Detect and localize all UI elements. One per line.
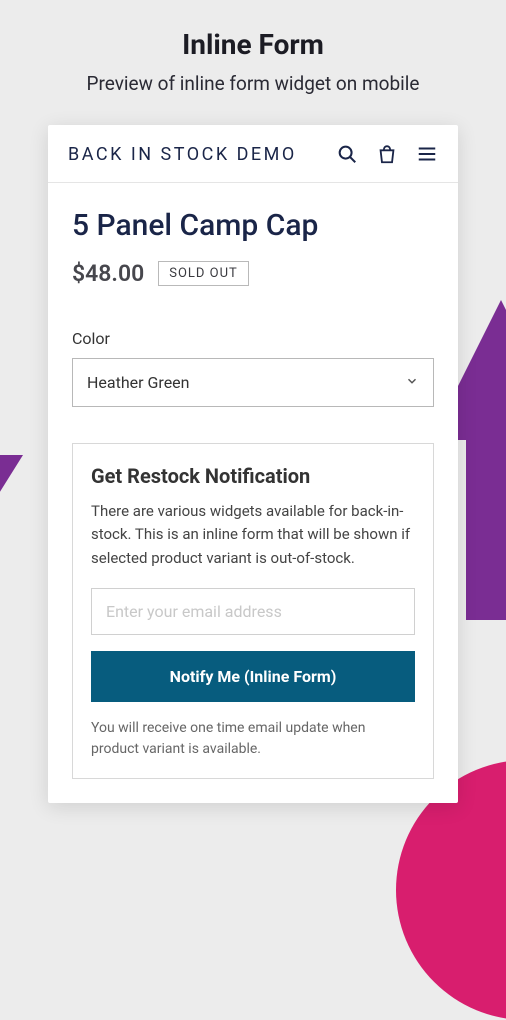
product-area: 5 Panel Camp Cap $48.00 SOLD OUT Color H… <box>48 183 458 803</box>
notify-button[interactable]: Notify Me (Inline Form) <box>91 651 415 702</box>
price-row: $48.00 SOLD OUT <box>72 260 434 287</box>
notify-description: There are various widgets available for … <box>91 500 415 570</box>
brand-title: BACK IN STOCK DEMO <box>68 143 297 166</box>
cart-icon[interactable] <box>376 143 398 165</box>
menu-icon[interactable] <box>416 143 438 165</box>
chevron-down-icon <box>405 373 419 392</box>
soldout-badge: SOLD OUT <box>158 261 249 286</box>
price: $48.00 <box>72 260 144 287</box>
variant-select[interactable]: Heather Green <box>72 358 434 407</box>
notify-heading: Get Restock Notification <box>91 464 415 488</box>
email-field[interactable] <box>91 588 415 635</box>
variant-label: Color <box>72 329 434 348</box>
product-title: 5 Panel Camp Cap <box>72 209 434 242</box>
phone-preview: BACK IN STOCK DEMO <box>48 125 458 803</box>
variant-selected-value: Heather Green <box>87 373 190 392</box>
top-actions <box>336 143 438 165</box>
page-subtitle: Preview of inline form widget on mobile <box>20 71 486 97</box>
search-icon[interactable] <box>336 143 358 165</box>
notify-card: Get Restock Notification There are vario… <box>72 443 434 779</box>
page-title: Inline Form <box>20 28 486 61</box>
notify-note: You will receive one time email update w… <box>91 718 415 760</box>
top-bar: BACK IN STOCK DEMO <box>48 125 458 183</box>
page-header: Inline Form Preview of inline form widge… <box>0 0 506 109</box>
